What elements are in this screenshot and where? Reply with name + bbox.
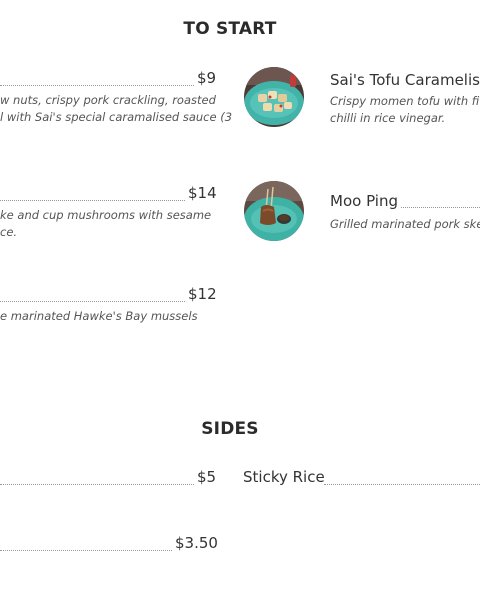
section-title-to-start: TO START — [183, 19, 277, 39]
item-price: $3.50 — [175, 534, 218, 552]
leader-dots — [0, 200, 185, 201]
item-price: $9 — [197, 69, 217, 87]
item-description: chilli in rice vinegar. — [330, 111, 446, 125]
tofu-dish-photo — [244, 67, 304, 127]
item-price: $5 — [197, 468, 217, 486]
leader-dots — [0, 550, 172, 551]
item-description: Crispy momen tofu with five — [330, 94, 480, 108]
item-description: ce. — [0, 225, 18, 239]
item-name: Sai's Tofu Caramelised — [330, 71, 480, 89]
moo-ping-dish-photo — [244, 181, 304, 241]
leader-dots — [324, 484, 480, 485]
leader-dots — [401, 207, 480, 208]
item-description: e marinated Hawke's Bay mussels — [0, 309, 198, 323]
item-description: w nuts, crispy pork crackling, roasted — [0, 93, 216, 107]
item-name: Moo Ping — [330, 192, 398, 210]
leader-dots — [0, 301, 185, 302]
item-description: Grilled marinated pork skew — [330, 217, 480, 231]
leader-dots — [0, 85, 194, 86]
item-description: ke and cup mushrooms with sesame — [0, 208, 212, 222]
leader-dots — [0, 484, 194, 485]
item-price: $14 — [188, 184, 217, 202]
section-title-sides: SIDES — [201, 419, 259, 439]
item-name: Sticky Rice — [243, 468, 325, 486]
item-price: $12 — [188, 285, 217, 303]
item-description: l with Sai's special caramalised sauce (… — [0, 110, 233, 124]
